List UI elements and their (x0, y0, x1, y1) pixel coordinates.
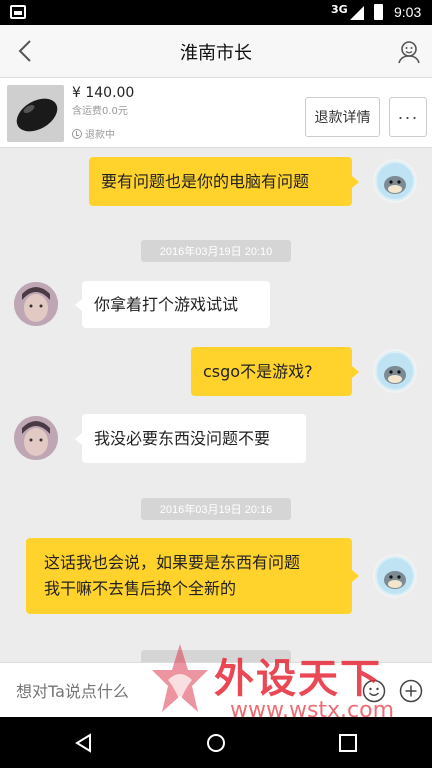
message-text-line: 我干嘛不去售后换个全新的 (44, 579, 237, 598)
emoji-icon[interactable] (362, 679, 386, 703)
refund-status: 退款中 (72, 126, 115, 141)
clock: 9:03 (394, 4, 422, 20)
my-avatar[interactable] (373, 554, 417, 598)
more-options-button[interactable]: ··· (389, 97, 427, 137)
order-summary[interactable]: ¥ 140.00 含运费0.0元 退款中 退款详情 ··· (0, 78, 432, 148)
message-bubble-received[interactable]: 我没必要东西没问题不要 (75, 414, 306, 463)
message-text: 要有问题也是你的电脑有问题 (101, 171, 310, 191)
message-timestamp: 2016年03月19日 20:16 (141, 498, 291, 520)
message-text-line: 这话我也会说，如果要是东西有问题 (44, 553, 301, 572)
add-attachment-icon[interactable] (399, 679, 423, 703)
message-text: csgo不是游戏? (203, 361, 313, 381)
page-title: 淮南市长 (180, 43, 252, 64)
system-nav-bar (0, 717, 432, 768)
photo-notification-icon (10, 5, 26, 19)
refund-details-button[interactable]: 退款详情 (305, 97, 380, 137)
message-input[interactable] (16, 678, 346, 704)
message-bubble-sent[interactable]: 要有问题也是你的电脑有问题 (89, 157, 359, 206)
my-avatar[interactable] (373, 349, 417, 393)
nav-home-icon[interactable] (205, 732, 227, 754)
message-bubble-sent[interactable]: csgo不是游戏? (191, 347, 359, 396)
signal-icon (350, 6, 364, 20)
nav-back-icon[interactable] (73, 732, 95, 754)
contact-avatar[interactable] (14, 282, 58, 326)
nav-recents-icon[interactable] (337, 732, 359, 754)
message-timestamp-partial (141, 650, 291, 662)
chat-messages[interactable]: 要有问题也是你的电脑有问题 2016年03月19日 20:10 你拿着打个游戏试… (0, 148, 432, 662)
status-bar: 3G 9:03 (0, 0, 432, 25)
clock-icon (72, 128, 82, 139)
message-bubble-sent[interactable]: 这话我也会说，如果要是东西有问题 我干嘛不去售后换个全新的 (26, 538, 359, 614)
refund-status-label: 退款中 (85, 130, 115, 141)
network-type: 3G (331, 3, 348, 16)
contact-avatar[interactable] (14, 416, 58, 460)
order-price: ¥ 140.00 (72, 85, 135, 101)
product-thumbnail[interactable] (7, 85, 64, 142)
message-input-bar (0, 662, 432, 717)
title-bar: 淮南市长 (0, 25, 432, 78)
message-text: 我没必要东西没问题不要 (94, 428, 271, 448)
my-avatar[interactable] (373, 159, 417, 203)
shipping-fee: 含运费0.0元 (72, 106, 128, 117)
message-bubble-received[interactable]: 你拿着打个游戏试试 (75, 281, 270, 328)
message-text: 你拿着打个游戏试试 (94, 294, 239, 314)
user-profile-icon[interactable] (396, 38, 422, 64)
message-timestamp: 2016年03月19日 20:10 (141, 240, 291, 262)
battery-icon (374, 4, 383, 20)
